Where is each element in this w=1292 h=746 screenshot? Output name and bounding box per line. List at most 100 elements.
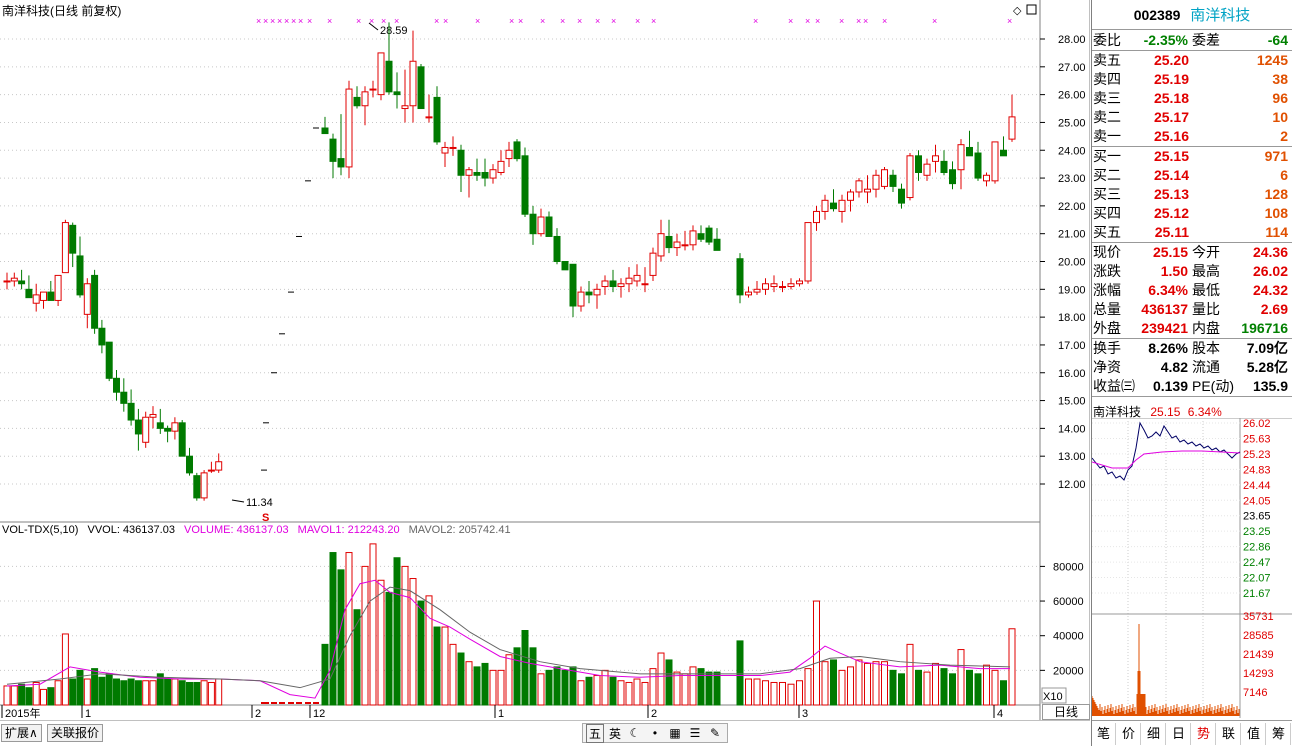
candle (178, 420, 186, 457)
stat-row: 涨跌 1.50 最高 26.02 (1092, 262, 1292, 281)
kline-chart[interactable]: 28.5911.34S× × × × × × × × × × × × × × × × × × × × × × × × × × × × ×… (0, 0, 1090, 720)
candle (54, 274, 62, 306)
related-quote-button[interactable]: 关联报价 (47, 724, 104, 742)
signal-x-marker: × (815, 16, 820, 26)
volume-bar (745, 678, 752, 706)
ask-row[interactable]: 卖二 25.17 10 (1092, 108, 1292, 127)
candle (705, 225, 713, 245)
candle (417, 64, 425, 110)
candle (171, 417, 179, 440)
volume-scale-label: X10 (1043, 691, 1063, 703)
candle-body (779, 286, 786, 289)
candle-body (898, 188, 905, 204)
ask-row[interactable]: 卖四 25.19 38 (1092, 70, 1292, 89)
intraday-mini-chart[interactable]: 26.02 25.63 25.23 24.83 24.44 24.05 23.65 23.25… (1092, 418, 1292, 718)
candle (649, 247, 657, 281)
ask-price: 25.17 (1153, 109, 1189, 125)
stat-row-label2: 量比 (1192, 301, 1220, 317)
quote-tab[interactable]: 笔 (1092, 723, 1116, 745)
bid-price: 25.11 (1154, 224, 1189, 240)
candle-body (1000, 149, 1007, 157)
volume-bar (838, 669, 846, 706)
candle (425, 94, 433, 123)
quote-tab[interactable]: 价 (1117, 723, 1141, 745)
candle-body (872, 174, 880, 190)
bid-row[interactable]: 买三 25.13 128 (1092, 185, 1292, 204)
wrench-icon[interactable]: ✎ (706, 726, 724, 740)
candle-body (673, 241, 681, 249)
volume-bar (633, 678, 641, 706)
fund-row: 收益㈢ 0.139 PE(动) 135.9 (1092, 377, 1292, 396)
volume-tick-label: 40000 (1053, 631, 1084, 643)
volume-bar (186, 681, 193, 706)
volume-legend: VOL-TDX(5,10) VVOL: 436137.03 VOLUME: 43… (2, 524, 517, 536)
bid-row[interactable]: 买五 25.11 114 (1092, 223, 1292, 242)
candle (127, 389, 135, 426)
bid-price: 25.15 (1153, 148, 1189, 164)
person-icon[interactable]: • (646, 726, 664, 740)
ask-row[interactable]: 卖一 25.16 2 (1092, 127, 1292, 146)
moon-icon[interactable]: ☾ (626, 726, 644, 740)
stat-row-label: 现价 (1093, 244, 1121, 260)
volume-bar (489, 669, 497, 706)
quote-tab[interactable]: 细 (1142, 723, 1166, 745)
volume-bar (149, 680, 157, 706)
five-stroke-icon[interactable]: 五 (586, 723, 604, 743)
quote-tab[interactable]: 势 (1192, 723, 1216, 745)
candle-body (149, 413, 157, 418)
price-tick-label: 17.00 (1058, 340, 1086, 352)
volume-bars[interactable] (3, 543, 1016, 706)
candle (186, 447, 193, 476)
stat-row: 总量 436137 量比 2.69 (1092, 300, 1292, 319)
english-mode-icon[interactable]: 英 (606, 725, 624, 742)
candle (847, 189, 854, 212)
candle (1000, 136, 1007, 157)
ask-volume: 2 (1280, 128, 1288, 144)
quote-tab[interactable]: 联 (1217, 723, 1241, 745)
signal-x-marker: × (805, 16, 810, 26)
expand-button[interactable]: 扩展∧ (1, 724, 42, 742)
candle (881, 166, 888, 190)
chart-title: 南洋科技(日线 前复权) (2, 4, 122, 18)
candle-body (796, 280, 803, 285)
candle-body (838, 199, 846, 212)
volume-bar (200, 680, 208, 706)
quote-tab[interactable]: 筹 (1267, 723, 1291, 745)
ask-row[interactable]: 卖三 25.18 96 (1092, 89, 1292, 108)
candles[interactable] (3, 22, 1016, 501)
quote-tab[interactable]: 日 (1167, 723, 1191, 745)
candle (361, 86, 369, 126)
price-tick-label: 24.00 (1058, 145, 1086, 157)
candle (40, 291, 47, 309)
candle (465, 166, 473, 198)
candle-body (689, 230, 697, 246)
ask-row[interactable]: 卖五 25.20 1245 (1092, 51, 1292, 70)
volume-bar (949, 673, 956, 706)
candle-body (923, 163, 931, 176)
volume-bar (497, 669, 505, 706)
bid-book: 买一 25.15 971 买二 25.14 6 买三 25.13 128 买四 25.12 108 买五… (1092, 147, 1292, 242)
bid-row[interactable]: 买一 25.15 971 (1092, 147, 1292, 166)
volume-bar (345, 552, 353, 706)
quote-panel: 002389 南洋科技 委比 -2.35% 委差 -64 卖五 25.20 1245… (1091, 0, 1292, 746)
low-price-label: 11.34 (246, 497, 273, 509)
bid-row[interactable]: 买二 25.14 6 (1092, 166, 1292, 185)
period-label[interactable]: 日线 (1042, 704, 1090, 720)
keyboard-icon[interactable]: ▦ (666, 726, 684, 740)
stock-name[interactable]: 南洋科技 (1190, 7, 1250, 24)
mini-volume-tick: 14293 (1243, 668, 1274, 680)
menu-icon[interactable]: ☰ (686, 726, 704, 740)
signal-x-marker: × (277, 16, 282, 26)
stat-row: 现价 25.15 今开 24.36 (1092, 243, 1292, 262)
candle-body (127, 402, 135, 421)
candle (553, 228, 561, 265)
volume-bar (433, 626, 441, 706)
bid-row[interactable]: 买四 25.12 108 (1092, 204, 1292, 223)
candle (872, 169, 880, 198)
volume-bar (481, 662, 489, 706)
candle-body (813, 210, 820, 224)
quote-tab[interactable]: 值 (1242, 723, 1266, 745)
candle (409, 30, 417, 123)
price-tick-label: 26.00 (1058, 90, 1086, 102)
candle-body (561, 261, 569, 271)
